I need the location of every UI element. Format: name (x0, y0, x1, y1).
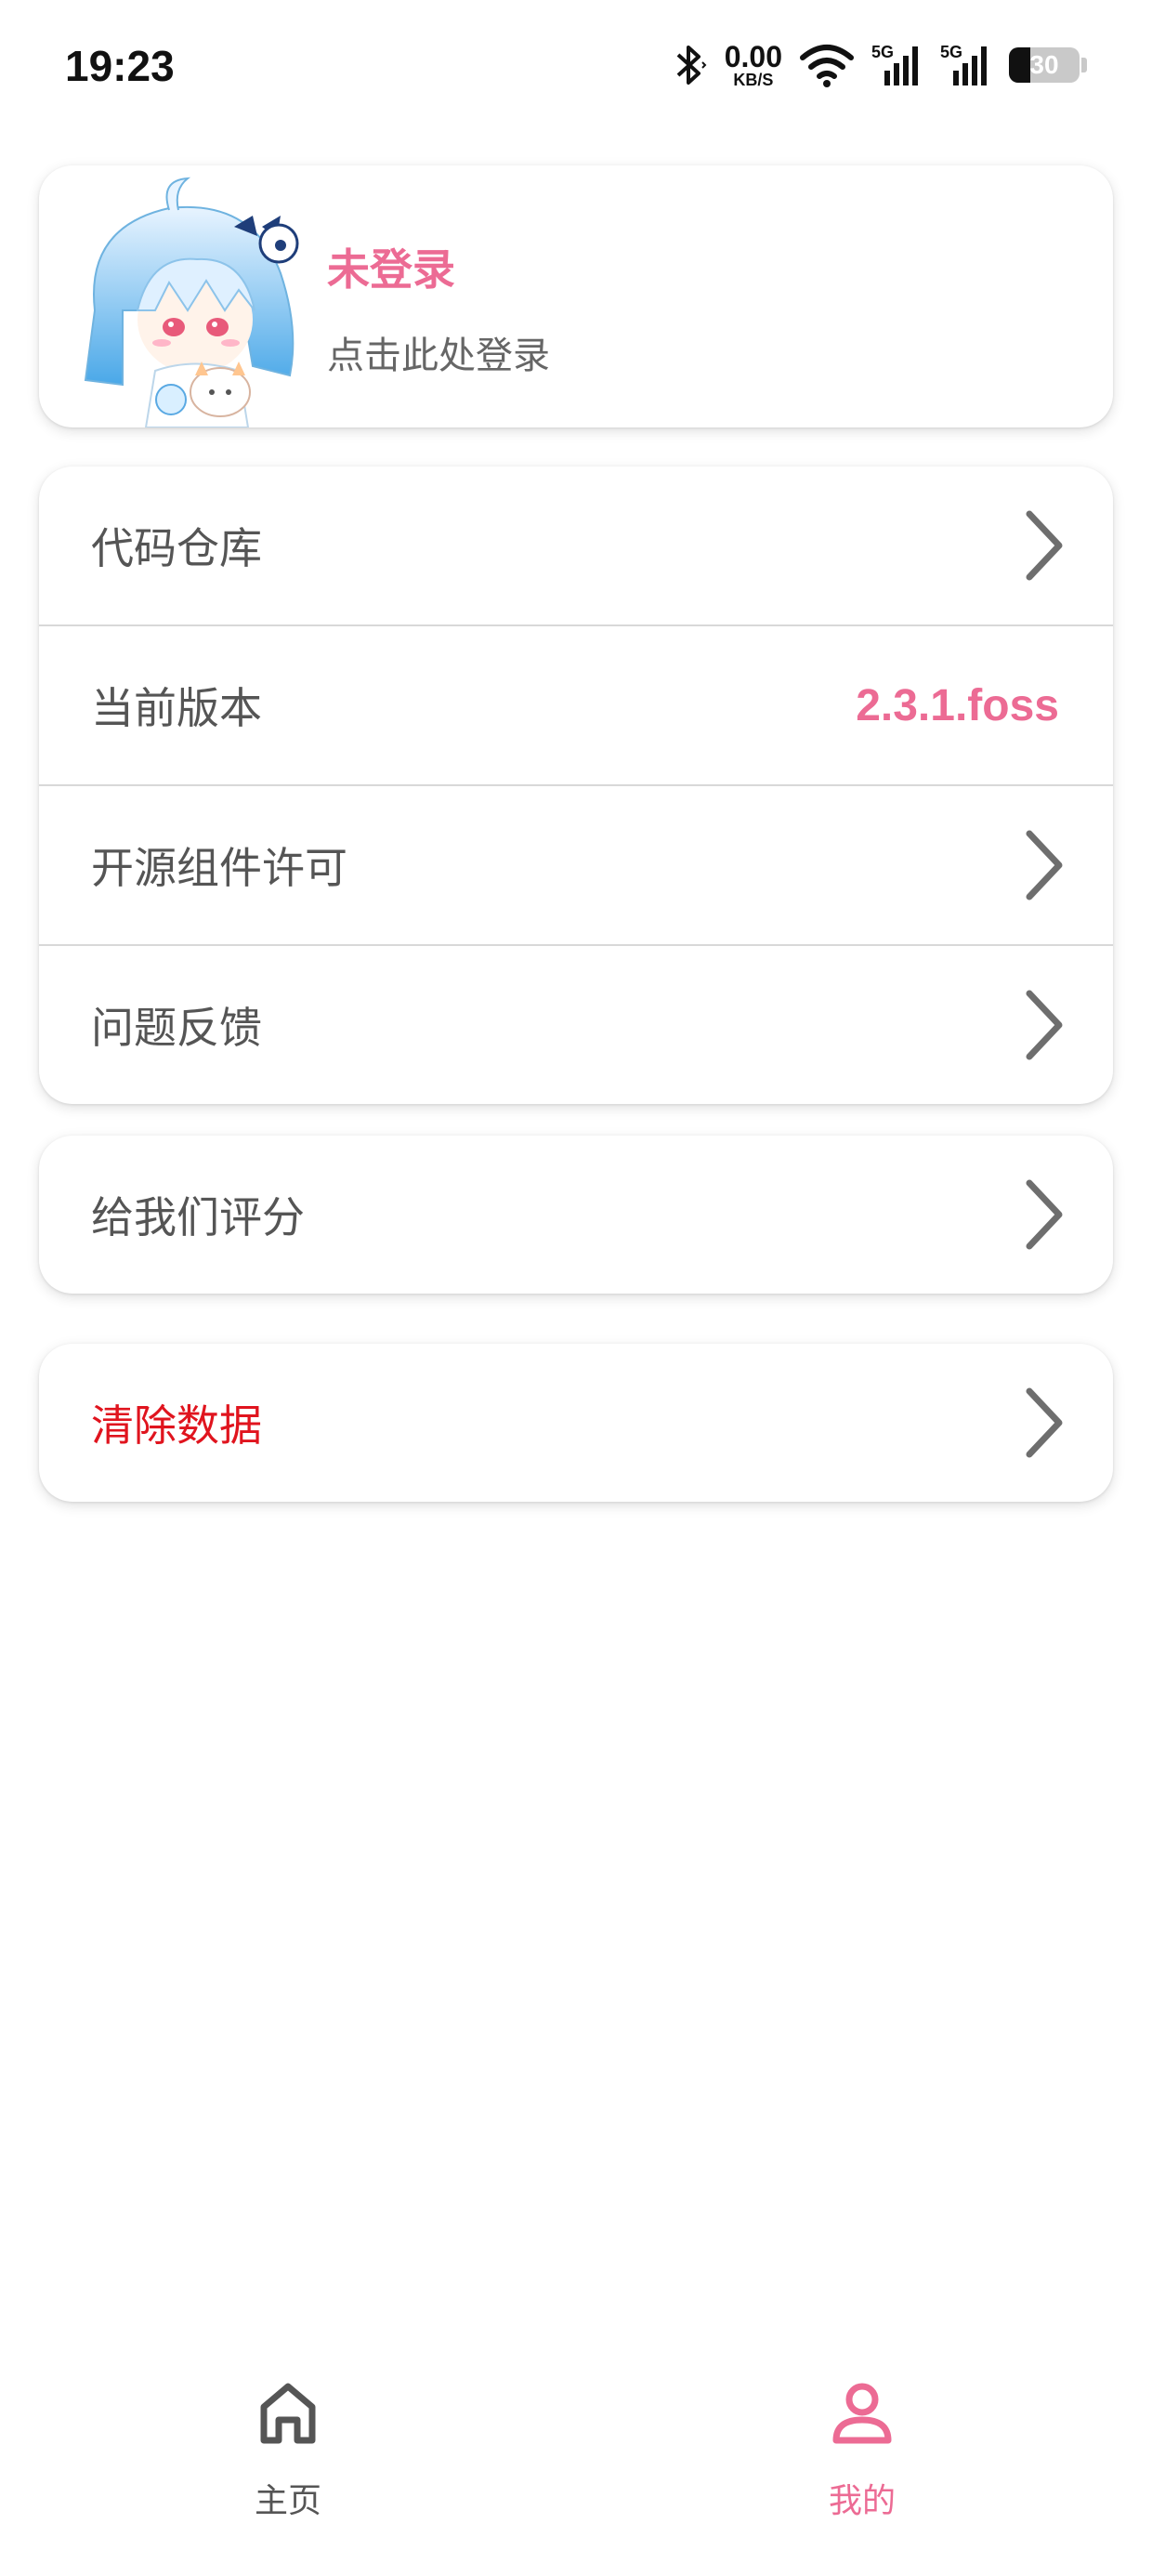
menu-item-code-repository[interactable]: 代码仓库 (39, 467, 1113, 626)
bluetooth-icon (676, 46, 707, 85)
chevron-right-icon (1026, 1387, 1063, 1458)
menu-group-main: 代码仓库 当前版本 2.3.1.foss 开源组件许可 问题反馈 (39, 467, 1113, 1104)
network-speed-value: 0.00 (724, 40, 782, 73)
chevron-right-icon (1026, 510, 1063, 581)
network-speed-unit: KB/S (733, 71, 774, 89)
nav-tab-home[interactable]: 主页 (195, 2375, 381, 2522)
network-speed: 0.00 KB/S (725, 42, 782, 88)
status-bar: 19:23 0.00 KB/S 5G 5G 30 (0, 0, 1152, 139)
menu-item-label: 代码仓库 (91, 524, 262, 572)
menu-item-label: 给我们评分 (91, 1193, 305, 1242)
status-time: 19:23 (65, 42, 175, 90)
wifi-icon (800, 45, 854, 87)
menu-item-open-source-licenses[interactable]: 开源组件许可 (39, 786, 1113, 946)
menu-item-label: 问题反馈 (91, 1004, 262, 1052)
menu-item-label: 开源组件许可 (91, 844, 347, 892)
menu-item-current-version: 当前版本 2.3.1.foss (39, 626, 1113, 786)
signal-icon-sim1: 5G (871, 43, 923, 87)
nav-label-home: 主页 (254, 2481, 321, 2519)
menu-item-label: 清除数据 (91, 1401, 262, 1450)
nav-tab-mine[interactable]: 我的 (769, 2375, 955, 2522)
home-icon (260, 2383, 316, 2444)
chevron-right-icon (1026, 990, 1063, 1060)
battery-cap (1081, 58, 1087, 72)
version-value: 2.3.1.foss (856, 680, 1059, 730)
user-icon (832, 2383, 892, 2444)
menu-item-clear-data[interactable]: 清除数据 (39, 1344, 1113, 1502)
profile-card[interactable]: 未登录 点击此处登录 (39, 165, 1113, 427)
chevron-right-icon (1026, 830, 1063, 900)
login-hint[interactable]: 点击此处登录 (327, 325, 550, 379)
bottom-navigation: 主页 我的 (0, 2362, 1152, 2576)
battery-icon: 30 (1009, 47, 1080, 83)
menu-group-rate: 给我们评分 (39, 1136, 1113, 1294)
signal-icon-sim2: 5G (940, 43, 992, 87)
menu-group-clear: 清除数据 (39, 1344, 1113, 1502)
avatar (84, 177, 299, 427)
nav-label-mine: 我的 (828, 2481, 896, 2519)
battery-level: 30 (1029, 50, 1059, 79)
chevron-right-icon (1026, 1179, 1063, 1250)
menu-item-feedback[interactable]: 问题反馈 (39, 946, 1113, 1104)
profile-name: 未登录 (327, 245, 455, 294)
status-icons: 0.00 KB/S 5G 5G 30 (671, 37, 1087, 93)
menu-item-label: 当前版本 (91, 684, 262, 732)
menu-item-rate-us[interactable]: 给我们评分 (39, 1136, 1113, 1294)
